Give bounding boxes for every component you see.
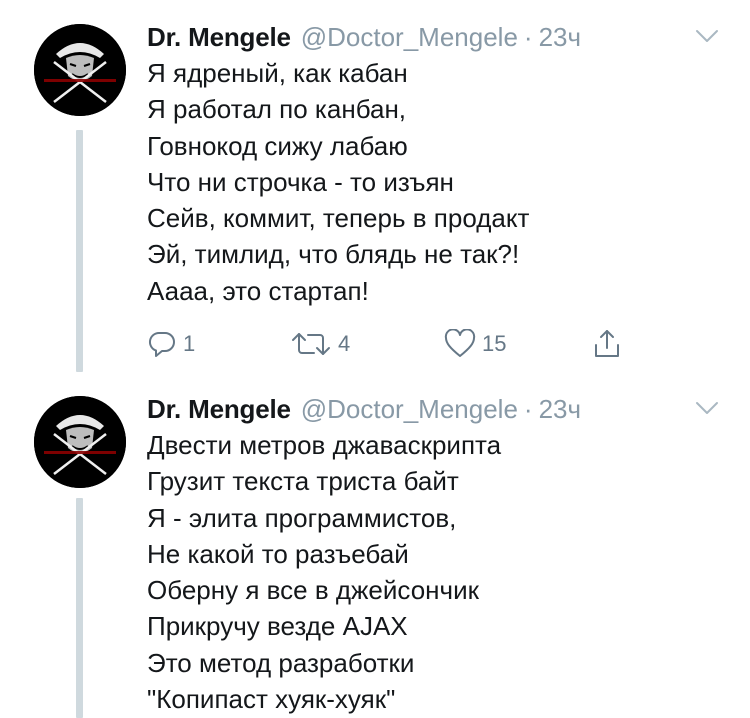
tweet-text: Я ядреный, как кабан Я работал по канбан… xyxy=(147,55,529,309)
tweet[interactable]: Dr. Mengele @Doctor_Mengele · 23ч Я ядре… xyxy=(0,0,750,372)
reply-icon xyxy=(148,331,175,357)
tweet-text-line: Аааа, это стартап! xyxy=(147,275,369,306)
tweet-text-line: Я - элита программистов, xyxy=(147,502,457,533)
tweet-text-line: Сейв, коммит, теперь в продакт xyxy=(147,203,530,234)
chevron-down-icon[interactable] xyxy=(695,400,719,416)
user-handle[interactable]: @Doctor_Mengele xyxy=(301,22,518,53)
tweet-text: Двести метров джаваскрипта Грузит текста… xyxy=(147,427,501,717)
tweet-header: Dr. Mengele @Doctor_Mengele · 23ч xyxy=(147,392,581,426)
separator-dot: · xyxy=(523,393,533,424)
retweet-button[interactable]: 4 xyxy=(290,326,350,362)
tweet-text-line: Прикручу везде AJAX xyxy=(147,611,408,642)
display-name[interactable]: Dr. Mengele xyxy=(147,22,291,53)
tweet-thread: Dr. Mengele @Doctor_Mengele · 23ч Я ядре… xyxy=(0,0,750,718)
heart-icon xyxy=(444,329,476,357)
tweet-text-line: Не какой то разъебай xyxy=(147,538,409,569)
tweet-text-line: "Копипаст хуяк-хуяк" xyxy=(147,684,396,715)
separator-dot: · xyxy=(523,21,533,52)
tweet-header: Dr. Mengele @Doctor_Mengele · 23ч xyxy=(147,20,581,54)
tweet-text-line: Говнокод сижу лабаю xyxy=(147,130,408,161)
chevron-down-icon[interactable] xyxy=(695,28,719,44)
timestamp[interactable]: 23ч xyxy=(539,22,581,53)
share-button[interactable] xyxy=(592,326,622,362)
tweet[interactable]: Dr. Mengele @Doctor_Mengele · 23ч Двести… xyxy=(0,372,750,718)
tweet-text-line: Что ни строчка - то изъян xyxy=(147,166,454,197)
avatar-image xyxy=(34,396,126,488)
tweet-text-line: Эй, тимлид, что блядь не так?! xyxy=(147,239,520,270)
display-name[interactable]: Dr. Mengele xyxy=(147,394,291,425)
tweet-text-line: Я ядреный, как кабан xyxy=(147,58,408,88)
avatar[interactable] xyxy=(34,396,126,488)
share-icon xyxy=(595,330,619,357)
thread-connector-line xyxy=(76,130,83,372)
reply-button[interactable]: 1 xyxy=(147,326,195,362)
retweet-count: 4 xyxy=(338,331,351,356)
tweet-text-line: Двести метров джаваскрипта xyxy=(147,430,502,460)
like-count: 15 xyxy=(482,331,507,356)
tweet-text-line: Оберну я все в джейсончик xyxy=(147,575,479,606)
user-handle[interactable]: @Doctor_Mengele xyxy=(301,394,518,425)
retweet-icon xyxy=(292,333,330,355)
tweet-actions: 1 4 15 xyxy=(147,326,647,362)
tweet-text-line: Это метод разработки xyxy=(147,647,415,678)
tweet-text-line: Я работал по канбан, xyxy=(147,94,407,125)
thread-connector-line xyxy=(76,498,83,718)
tweet-text-line: Грузит текста триста байт xyxy=(147,466,459,497)
avatar-image xyxy=(34,24,126,116)
reply-count: 1 xyxy=(183,331,196,356)
timestamp[interactable]: 23ч xyxy=(539,394,581,425)
like-button[interactable]: 15 xyxy=(444,326,506,362)
avatar[interactable] xyxy=(34,24,126,116)
